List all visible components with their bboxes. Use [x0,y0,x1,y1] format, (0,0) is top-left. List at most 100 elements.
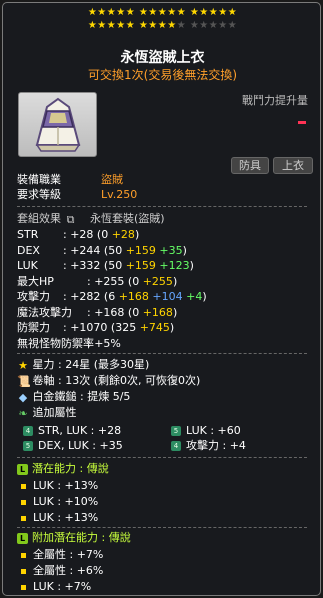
extra-stat-text: 攻擊力 : +4 [186,439,246,452]
scroll-row: 📜 卷軸 : 13次 (剩餘0次, 可恢復0次) [17,374,200,388]
star-force-row: ★ 星力 : 24星 (最多30星) [17,358,149,372]
legendary-badge-icon: L [17,463,28,475]
stat-bonus-flame: +104 [148,290,183,303]
stat-bonus-star: +168 [118,290,149,303]
stat-base: (325 [107,321,140,334]
stat-row: LUK: +332 (50 +159 +123) [17,259,194,272]
scroll-icon: 📜 [17,374,31,388]
stat-key: 防禦力 [17,321,50,334]
item-tooltip: ★★★★★ ★★★★★ ★★★★★ ★★★★★ ★★★★★ ★★★★★ 永恆盜賊… [2,2,321,596]
stat-bonus-flame: +35 [155,243,183,257]
stat-base: (0 [124,274,143,288]
stat-close: ) [172,274,178,288]
stat-bonus-star: +168 [142,305,173,319]
stat-bonus-star: +745 [139,321,170,334]
stat-total: : +168 [87,305,125,319]
extra-stat-item: 4 攻擊力 : +4 [171,439,246,452]
stat-key: STR [17,228,39,241]
copy-icon: ⧉ [66,212,75,226]
level-value: Lv.250 [101,188,138,201]
stat-key: DEX [17,243,40,257]
potential-line: LUK : +10% [21,495,98,508]
tier-badge: 5 [171,426,181,436]
stat-close: ) [189,259,194,272]
divider [17,353,307,354]
stat-close: ) [169,321,175,334]
stat-total: : +244 [63,243,101,257]
leaf-icon: ❧ [18,406,28,420]
stat-key: 魔法攻擊力 [17,305,72,319]
stat-base: (0 [124,305,143,319]
stat-bonus-scroll: +4 [182,290,203,303]
extra-stat-text: DEX, LUK : +35 [38,439,123,452]
stat-total: : +332 [63,259,101,272]
tier-badge: 5 [23,441,33,451]
bonus-potential-line: LUK : +7% [21,580,91,593]
stat-key: 攻擊力 [17,290,50,303]
stat-row: 無視怪物防禦率: +5% [17,337,121,350]
hammer-row: ◆ 白金鐵鎚 : 提煉 5/5 [17,390,131,404]
set-label: 套組效果 [17,212,61,225]
set-value: 永恆套裝(盜賊) [90,212,165,225]
stat-bonus-star: +159 [125,259,156,272]
stat-row: 攻擊力 : +282 (6 +168 +104 +4) [17,290,207,303]
potential-title-row: L 潛在能力 : 傳說 [17,462,109,475]
power-increase-value [298,121,306,124]
extra-stat-text: LUK : +60 [186,424,241,437]
star-row-1: ★★★★★ ★★★★★ ★★★★★ [87,7,238,18]
bonus-potential-title: 附加潛在能力 : 傳說 [32,531,131,544]
tier-badge: 4 [171,441,181,451]
potential-line: LUK : +13% [21,511,98,524]
star-icon: ★ [18,358,28,372]
stat-row: 魔法攻擊力: +168 (0 +168) [17,306,177,319]
stat-base: (6 [100,290,119,303]
stat-total: : +255 [87,274,125,288]
potential-line: LUK : +13% [21,479,98,492]
job-row: 裝備職業 盜賊 [17,173,123,186]
level-row: 要求等級 Lv.250 [17,188,137,201]
star-force-display: ★★★★★ ★★★★★ ★★★★★ ★★★★★ ★★★★★ ★★★★★ [3,7,320,33]
hammer-text: 白金鐵鎚 : 提煉 5/5 [32,390,131,403]
stat-bonus-star: +28 [111,228,135,241]
extra-stat-item: 5 DEX, LUK : +35 [23,439,123,452]
item-icon-frame [18,92,97,157]
power-increase-label: 戰鬥力提升量 [242,94,308,107]
cloak-armor-icon [35,97,81,152]
stat-bonus-flame: +123 [155,259,190,272]
gem-icon: ◆ [18,390,28,404]
stat-total: : +282 [63,290,101,303]
stat-close: ) [202,290,207,303]
job-value: 盜賊 [101,173,123,186]
extra-stat-text: STR, LUK : +28 [38,424,122,437]
category-tag-top: 上衣 [273,157,313,174]
extra-stat-row: ❧ 追加屬性 [17,406,77,420]
potential-title: 潛在能力 : 傳說 [32,462,109,475]
stat-row: DEX: +244 (50 +159 +35) [17,244,187,257]
stat-bonus-star: +255 [142,274,173,288]
stat-row: 最大HP: +255 (0 +255) [17,275,177,288]
extra-stat-item: 5 LUK : +60 [171,424,241,437]
trade-note: 可交換1次(交易後無法交換) [88,68,237,82]
stat-base: (50 [100,243,126,257]
stat-total: : +28 [63,228,94,241]
bonus-potential-title-row: L 附加潛在能力 : 傳說 [17,531,131,544]
divider [17,457,307,458]
level-label: 要求等級 [17,188,61,201]
divider [17,527,307,528]
extra-stat-title: 追加屬性 [32,406,77,419]
legendary-badge-icon: L [17,532,28,544]
job-label: 裝備職業 [17,173,61,186]
set-row: 套組效果 ⧉ 永恆套裝(盜賊) [17,212,165,226]
stat-close: ) [134,228,140,241]
stat-total: : +1070 [63,321,108,334]
stat-row: 防禦力 : +1070 (325 +745) [17,321,174,334]
star-force-text: 星力 : 24星 (最多30星) [32,358,150,371]
item-name: 永恆盜賊上衣 [120,50,205,66]
stat-total: : +5% [87,336,121,350]
stat-key: LUK [17,259,38,272]
bonus-potential-line: 全屬性 : +7% [21,548,103,561]
tier-badge: 4 [23,426,33,436]
extra-stat-item: 4 STR, LUK : +28 [23,424,121,437]
bonus-potential-line: 全屬性 : +6% [21,564,103,577]
scroll-text: 卷軸 : 13次 (剩餘0次, 可恢復0次) [32,374,201,387]
